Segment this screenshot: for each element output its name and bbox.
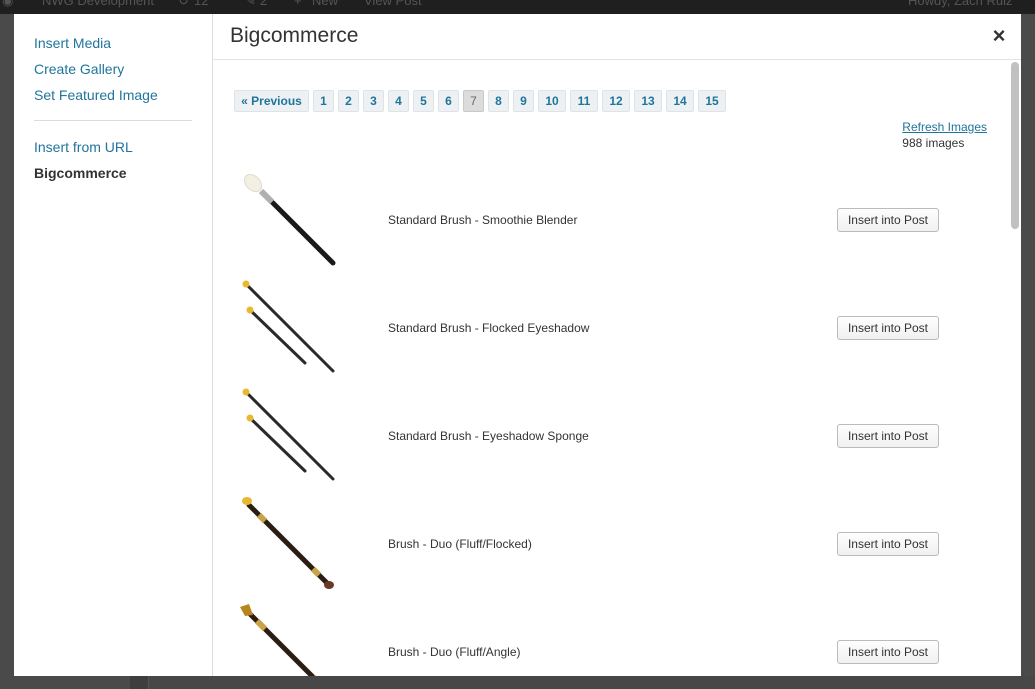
product-row: Standard Brush - Smoothie Blender Insert… [234, 171, 984, 279]
double-brush-icon [242, 280, 335, 373]
comments-icon[interactable]: ✎ [245, 0, 256, 9]
refresh-images-link[interactable]: Refresh Images [902, 120, 987, 134]
insert-into-post-button[interactable]: Insert into Post [837, 532, 939, 556]
frame-title: Bigcommerce [230, 24, 359, 47]
refresh-area: Refresh Images 988 images [902, 120, 987, 150]
admin-bar: ◉ NWG Development ↻ 12 ✎ 2 + New View Po… [0, 0, 1035, 14]
insert-into-post-button[interactable]: Insert into Post [837, 316, 939, 340]
page-button[interactable]: 11 [570, 90, 598, 112]
page-button[interactable]: 4 [388, 90, 409, 112]
duo-brush-icon [242, 497, 334, 589]
backdrop-editor [148, 676, 1035, 689]
menu-item-set-featured-image[interactable]: Set Featured Image [34, 87, 158, 103]
menu-item-bigcommerce[interactable]: Bigcommerce [34, 165, 127, 181]
duo-angle-brush-icon [240, 604, 317, 676]
page-button-current: 7 [463, 90, 484, 112]
scrollbar-thumb[interactable] [1011, 62, 1019, 229]
product-row: Standard Brush - Flocked Eyeshadow Inser… [234, 279, 984, 387]
content-scrollbar[interactable] [1011, 62, 1019, 674]
image-count: 988 images [902, 136, 965, 150]
page-button[interactable]: 13 [634, 90, 662, 112]
menu-item-create-gallery[interactable]: Create Gallery [34, 61, 124, 77]
menu-item-insert-media[interactable]: Insert Media [34, 35, 111, 51]
close-icon[interactable]: × [989, 24, 1009, 48]
wp-logo-icon[interactable]: ◉ [2, 0, 13, 9]
admin-bar-view-post[interactable]: View Post [364, 0, 422, 8]
updates-icon[interactable]: ↻ [178, 0, 189, 9]
page-button[interactable]: 9 [513, 90, 534, 112]
fluffy-brush-icon [243, 173, 336, 266]
product-row: Standard Brush - Eyeshadow Sponge Insert… [234, 387, 984, 495]
admin-bar-new[interactable]: New [312, 0, 338, 8]
menu-separator [34, 120, 192, 121]
page-button[interactable]: 6 [438, 90, 459, 112]
page-button[interactable]: 14 [666, 90, 694, 112]
page-button[interactable]: 10 [538, 90, 566, 112]
product-name: Brush - Duo (Fluff/Flocked) [388, 537, 532, 551]
media-modal: Insert Media Create Gallery Set Featured… [14, 14, 1021, 676]
product-name: Brush - Duo (Fluff/Angle) [388, 645, 521, 659]
insert-into-post-button[interactable]: Insert into Post [837, 208, 939, 232]
product-name: Standard Brush - Smoothie Blender [388, 213, 578, 227]
media-menu: Insert Media Create Gallery Set Featured… [14, 14, 213, 676]
page-previous-button[interactable]: « Previous [234, 90, 309, 112]
product-row: Brush - Duo (Fluff/Flocked) Insert into … [234, 495, 984, 603]
menu-item-insert-from-url[interactable]: Insert from URL [34, 139, 133, 155]
product-row: Brush - Duo (Fluff/Angle) Insert into Po… [234, 603, 984, 676]
admin-bar-howdy[interactable]: Howdy, Zach Ruiz [908, 0, 1013, 8]
page-button[interactable]: 5 [413, 90, 434, 112]
admin-bar-updates[interactable]: 12 [194, 0, 208, 8]
page-button[interactable]: 3 [363, 90, 384, 112]
page-button[interactable]: 2 [338, 90, 359, 112]
product-name: Standard Brush - Eyeshadow Sponge [388, 429, 589, 443]
admin-bar-comments[interactable]: 2 [260, 0, 267, 8]
page-button[interactable]: 8 [488, 90, 509, 112]
frame-title-bar: Bigcommerce × [213, 14, 1021, 60]
insert-into-post-button[interactable]: Insert into Post [837, 424, 939, 448]
page-button[interactable]: 15 [698, 90, 726, 112]
bigcommerce-panel: « Previous 1 2 3 4 5 6 7 8 9 10 11 12 13… [213, 61, 1021, 676]
page-button[interactable]: 12 [602, 90, 630, 112]
plus-icon[interactable]: + [294, 0, 302, 8]
product-name: Standard Brush - Flocked Eyeshadow [388, 321, 590, 335]
insert-into-post-button[interactable]: Insert into Post [837, 640, 939, 664]
page-button[interactable]: 1 [313, 90, 334, 112]
double-brush-icon [242, 388, 335, 481]
admin-bar-site-name[interactable]: NWG Development [42, 0, 154, 8]
